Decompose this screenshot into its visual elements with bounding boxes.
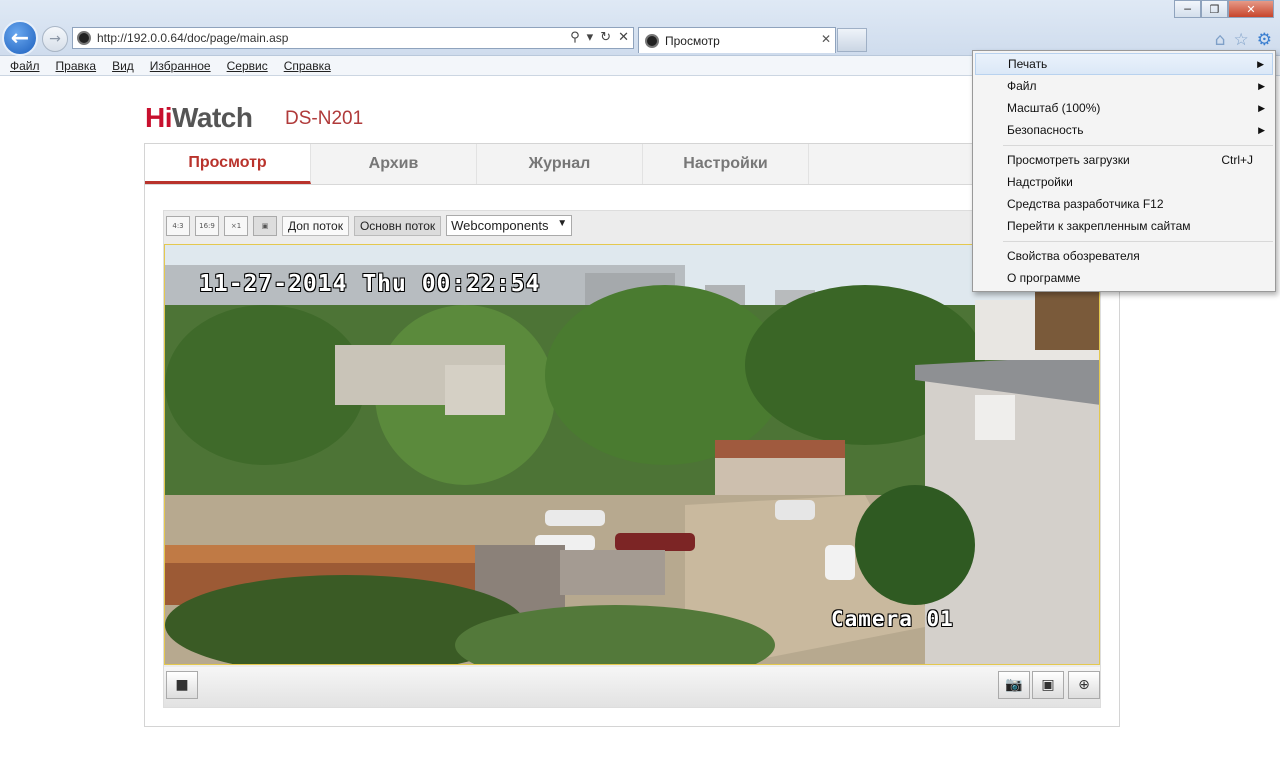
device-model: DS-N201: [285, 108, 364, 129]
menu-item-devtools[interactable]: Средства разработчика F12: [975, 193, 1273, 215]
hiwatch-logo: HiWatch: [145, 102, 253, 133]
browser-tab[interactable]: Просмотр ✕: [638, 27, 836, 53]
window-close-button[interactable]: ✕: [1228, 0, 1274, 18]
viewer-toolbar: 4:3 16:9 ×1 ▣ Доп поток Основн поток Web…: [166, 215, 573, 236]
plugin-select[interactable]: Webcomponents ▼: [446, 215, 573, 236]
camera-scene: [165, 245, 1099, 664]
menu-item-print[interactable]: Печать ▶: [975, 53, 1273, 75]
menu-separator: [1003, 241, 1273, 242]
submenu-arrow-icon: ▶: [1257, 58, 1264, 69]
menu-item-file[interactable]: Файл ▶: [975, 75, 1273, 97]
digital-zoom-button[interactable]: ⊕: [1068, 671, 1100, 699]
video-controls: ■ 📷 ▣ ⊕: [164, 667, 1100, 707]
tools-menu: Печать ▶ Файл ▶ Масштаб (100%) ▶ Безопаснос…: [972, 50, 1276, 292]
ratio-16-9-button[interactable]: 16:9: [195, 215, 219, 236]
tab-title: Просмотр: [665, 33, 720, 48]
menu-item-about[interactable]: О программе: [975, 267, 1273, 289]
submenu-arrow-icon: ▶: [1258, 80, 1265, 91]
menu-item-zoom[interactable]: Масштаб (100%) ▶: [975, 97, 1273, 119]
home-icon[interactable]: ⌂: [1215, 30, 1226, 50]
osd-camera-name: Camera 01: [831, 607, 954, 631]
menu-file[interactable]: Файл: [10, 59, 40, 73]
browser-chrome: ← → http://192.0.0.64/doc/page/main.asp …: [0, 0, 1280, 56]
stop-square-icon: ■: [175, 677, 189, 693]
forward-button[interactable]: →: [42, 26, 68, 52]
tab-archive[interactable]: Архив: [311, 144, 477, 184]
zoom-icon: ⊕: [1078, 677, 1090, 693]
menu-separator: [1003, 145, 1273, 146]
menu-item-safety[interactable]: Безопасность ▶: [975, 119, 1273, 141]
refresh-icon[interactable]: ↻: [600, 30, 611, 45]
ratio-fit-button[interactable]: ▣: [253, 215, 277, 236]
address-url: http://192.0.0.64/doc/page/main.asp: [97, 31, 289, 45]
dropdown-icon[interactable]: ▾: [587, 30, 594, 45]
address-bar[interactable]: http://192.0.0.64/doc/page/main.asp ⚲ ▾ …: [72, 27, 634, 49]
chevron-down-icon: ▼: [557, 218, 568, 229]
shortcut-label: Ctrl+J: [1221, 153, 1253, 167]
tab-favicon-icon: [645, 33, 659, 48]
submenu-arrow-icon: ▶: [1258, 124, 1265, 135]
secondary-stream-button[interactable]: Доп поток: [282, 215, 349, 236]
tab-settings[interactable]: Настройки: [643, 144, 809, 184]
menu-favorites[interactable]: Избранное: [150, 59, 211, 73]
osd-timestamp: 11-27-2014 Thu 00:22:54: [199, 271, 541, 297]
record-button[interactable]: ▣: [1032, 671, 1064, 699]
stop-icon[interactable]: ✕: [618, 30, 629, 45]
camera-icon: 📷: [1005, 677, 1023, 693]
menu-tools[interactable]: Сервис: [227, 59, 268, 73]
window-maximize-button[interactable]: ❐: [1201, 0, 1228, 18]
window-minimize-button[interactable]: ─: [1174, 0, 1201, 18]
tab-close-icon[interactable]: ✕: [821, 32, 831, 46]
submenu-arrow-icon: ▶: [1258, 102, 1265, 113]
close-icon: ✕: [1246, 2, 1256, 16]
site-favicon-icon: [77, 31, 91, 45]
main-stream-button[interactable]: Основн поток: [353, 215, 442, 236]
menu-view[interactable]: Вид: [112, 59, 134, 73]
menu-edit[interactable]: Правка: [56, 59, 97, 73]
menu-help[interactable]: Справка: [284, 59, 331, 73]
gear-icon[interactable]: ⚙: [1257, 30, 1272, 50]
maximize-icon: ❐: [1209, 2, 1220, 16]
film-icon: ▣: [1041, 677, 1055, 693]
menu-item-downloads[interactable]: Просмотреть загрузки Ctrl+J: [975, 149, 1273, 171]
camera-video[interactable]: 11-27-2014 Thu 00:22:54 Camera 01: [164, 244, 1100, 665]
snapshot-button[interactable]: 📷: [998, 671, 1030, 699]
ratio-4-3-button[interactable]: 4:3: [166, 215, 190, 236]
favorites-star-icon[interactable]: ☆: [1234, 30, 1249, 50]
arrow-left-icon: ←: [10, 25, 30, 51]
ratio-original-button[interactable]: ×1: [224, 215, 248, 236]
minimize-icon: ─: [1184, 2, 1191, 16]
stop-live-button[interactable]: ■: [166, 671, 198, 699]
menu-item-addons[interactable]: Надстройки: [975, 171, 1273, 193]
menu-item-internet-options[interactable]: Свойства обозревателя: [975, 245, 1273, 267]
tab-log[interactable]: Журнал: [477, 144, 643, 184]
tab-live-view[interactable]: Просмотр: [145, 144, 311, 184]
new-tab-button[interactable]: [837, 28, 867, 52]
search-icon[interactable]: ⚲: [570, 30, 580, 45]
back-button[interactable]: ←: [2, 20, 38, 56]
fit-window-icon: ▣: [261, 221, 269, 230]
menu-item-pinned-sites[interactable]: Перейти к закрепленным сайтам: [975, 215, 1273, 237]
arrow-right-icon: →: [49, 31, 61, 47]
video-viewer: 4:3 16:9 ×1 ▣ Доп поток Основн поток Web…: [163, 210, 1101, 708]
